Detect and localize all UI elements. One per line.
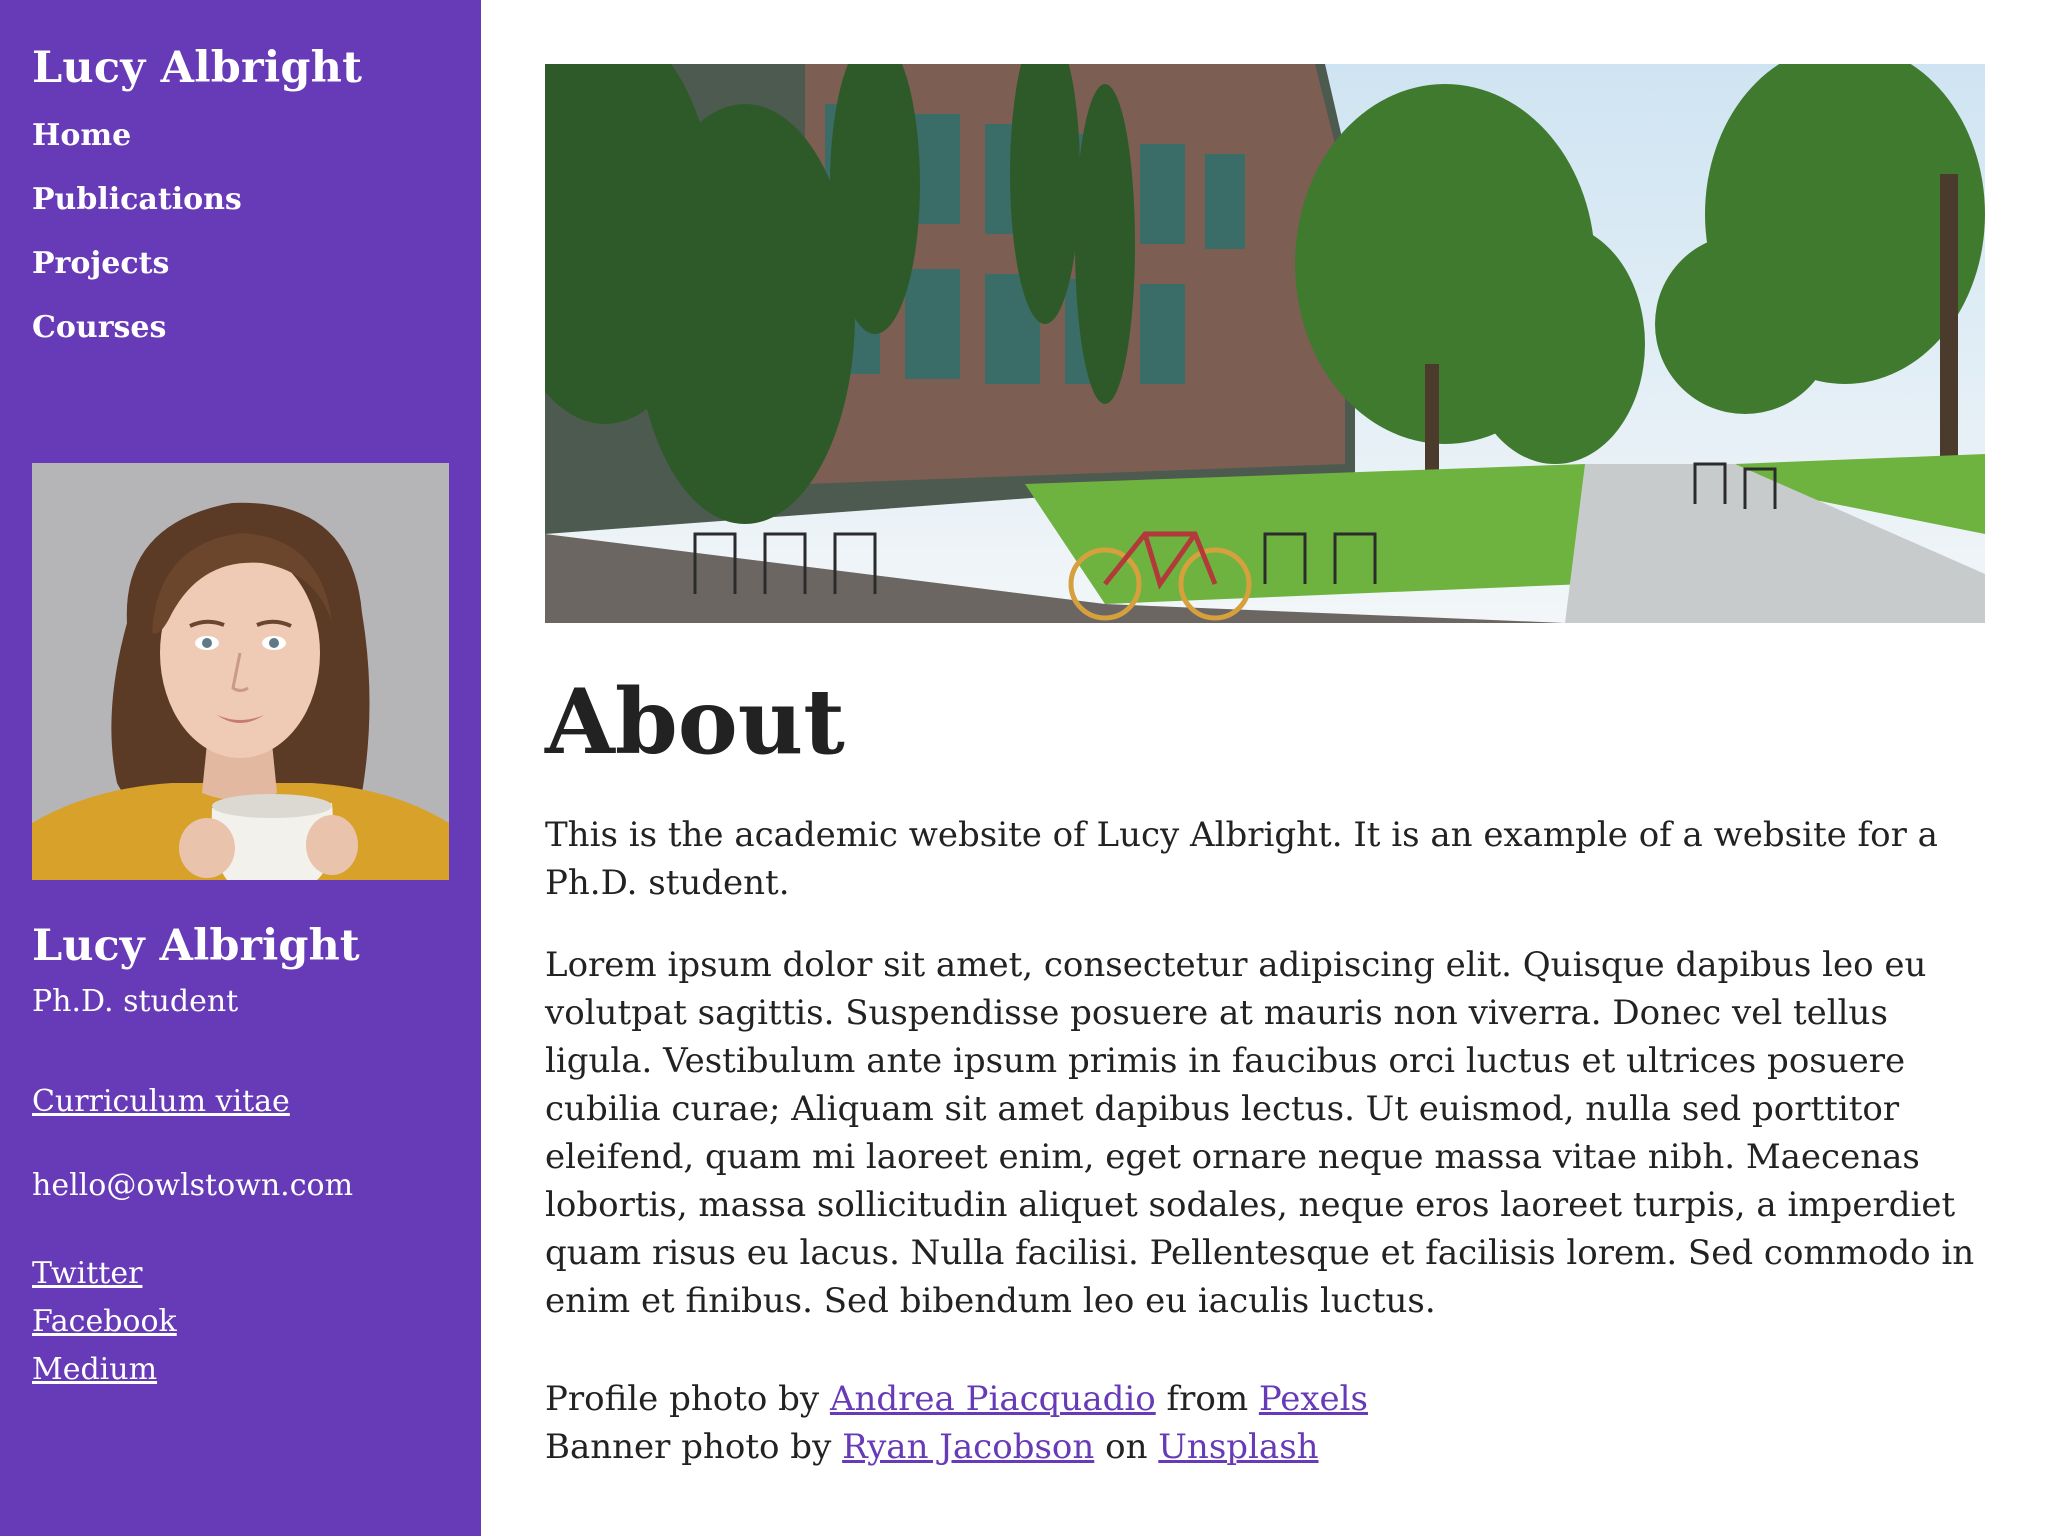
- main-nav: Home Publications Projects Courses: [32, 114, 449, 370]
- sidebar: Lucy Albright Home Publications Projects…: [0, 0, 481, 1536]
- unsplash-link[interactable]: Unsplash: [1158, 1427, 1318, 1467]
- medium-link[interactable]: Medium: [32, 1352, 157, 1387]
- profile-photo-illustration: [32, 463, 449, 880]
- nav-item-projects: Projects: [32, 242, 449, 306]
- nav-link-projects[interactable]: Projects: [32, 242, 169, 286]
- nav-link-home[interactable]: Home: [32, 114, 131, 158]
- email-address: hello@owlstown.com: [32, 1168, 354, 1203]
- nav-link-publications[interactable]: Publications: [32, 178, 242, 222]
- main-content: About This is the academic website of Lu…: [545, 64, 1985, 1471]
- banner-credit-prefix: Banner photo by: [545, 1427, 832, 1467]
- nav-link-courses[interactable]: Courses: [32, 306, 166, 350]
- banner-illustration: [545, 64, 1985, 623]
- twitter-link[interactable]: Twitter: [32, 1256, 142, 1291]
- pexels-link[interactable]: Pexels: [1259, 1379, 1368, 1419]
- nav-item-courses: Courses: [32, 306, 449, 370]
- body-paragraph: Lorem ipsum dolor sit amet, consectetur …: [545, 945, 1975, 1321]
- profile-name: Lucy Albright: [32, 921, 360, 971]
- nav-item-publications: Publications: [32, 178, 449, 242]
- profile-photo-author-link[interactable]: Andrea Piacquadio: [830, 1379, 1156, 1419]
- banner-image: [545, 64, 1985, 623]
- social-links: Twitter Facebook Medium: [32, 1254, 177, 1398]
- social-item-facebook: Facebook: [32, 1302, 177, 1350]
- banner-photo-author-link[interactable]: Ryan Jacobson: [842, 1427, 1094, 1467]
- social-item-twitter: Twitter: [32, 1254, 177, 1302]
- profile-credit-mid: from: [1166, 1379, 1249, 1419]
- banner-credit-mid: on: [1105, 1427, 1148, 1467]
- intro-paragraph: This is the academic website of Lucy Alb…: [545, 815, 1938, 903]
- profile-credit-prefix: Profile photo by: [545, 1379, 820, 1419]
- cv-link[interactable]: Curriculum vitae: [32, 1082, 290, 1122]
- page-title: About: [545, 669, 845, 775]
- site-title[interactable]: Lucy Albright: [32, 40, 449, 96]
- facebook-link[interactable]: Facebook: [32, 1304, 177, 1339]
- profile-photo: [32, 463, 449, 880]
- social-item-medium: Medium: [32, 1350, 177, 1398]
- photo-credits: Profile photo by Andrea Piacquadio from …: [545, 1375, 1985, 1471]
- profile-role: Ph.D. student: [32, 984, 239, 1019]
- nav-item-home: Home: [32, 114, 449, 178]
- profile-photo-credit: Profile photo by Andrea Piacquadio from …: [545, 1375, 1985, 1423]
- banner-photo-credit: Banner photo by Ryan Jacobson on Unsplas…: [545, 1423, 1985, 1471]
